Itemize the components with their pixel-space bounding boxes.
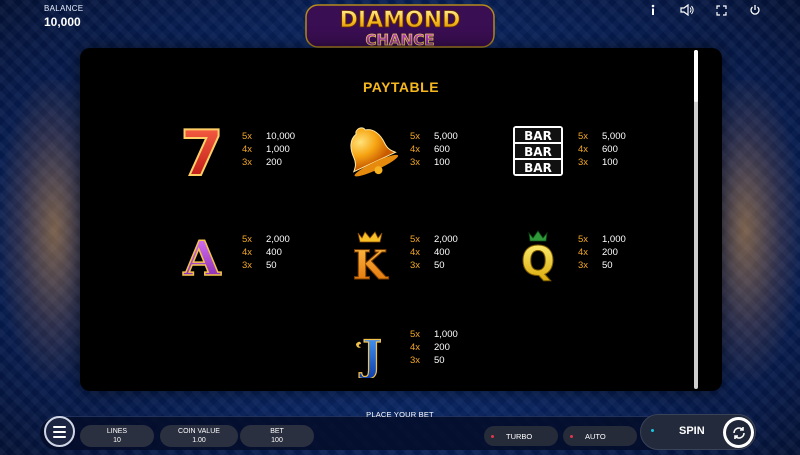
auto-label: AUTO (585, 431, 606, 441)
seven-pay-list: 5x 10,000 4x 1,000 3x 200 (242, 131, 295, 169)
ace-glyph: A (182, 231, 221, 283)
lines-value: 10 (113, 436, 121, 444)
queen-symbol-icon: Q (508, 223, 568, 286)
spin-control[interactable]: SPIN (640, 414, 756, 450)
king-pay-list: 5x 2,000 4x 400 3x 50 (410, 234, 458, 272)
paytable-entry-king: K 5x 2,000 4x 400 3x 50 (340, 223, 458, 290)
hamburger-icon (53, 424, 66, 439)
seven-symbol-icon: 7 (172, 116, 232, 191)
bet-label: BET (270, 427, 284, 435)
paytable-entry-jack: J 5x 1,000 4x 200 3x 50 (340, 318, 458, 381)
jack-symbol-icon: J (340, 318, 400, 381)
king-glyph: K (353, 242, 389, 283)
auto-status-dot (570, 434, 573, 438)
pay-row: 3x 200 (242, 157, 282, 168)
seven-glyph: 7 (180, 120, 223, 180)
power-icon[interactable] (748, 3, 762, 17)
bar-glyph-2: BAR (524, 145, 552, 159)
ace-symbol-icon: A (172, 223, 232, 288)
coin-value-value: 1.00 (192, 436, 206, 444)
pay-row: 5x 2,000 (242, 234, 290, 245)
pay-row: 5x 5,000 (410, 131, 458, 142)
scrollbar-thumb[interactable] (694, 50, 698, 102)
spin-status-dot (651, 429, 654, 432)
spin-button[interactable] (723, 417, 754, 448)
paytable-entry-bell: 5x 5,000 4x 600 3x 100 (340, 120, 458, 180)
pay-row: 3x 50 (578, 260, 613, 271)
bar-glyph-1: BAR (524, 129, 552, 143)
spin-refresh-icon (726, 420, 751, 445)
info-icon[interactable] (646, 3, 660, 17)
paytable-entry-seven: 7 5x 10,000 4x 1,000 3x 200 (172, 116, 295, 191)
bet-value: 100 (271, 436, 283, 444)
balance-label: BALANCE (44, 4, 84, 13)
bar-pay-list: 5x 5,000 4x 600 3x 100 (578, 131, 626, 169)
jack-pay-list: 5x 1,000 4x 200 3x 50 (410, 329, 458, 367)
bell-pay-list: 5x 5,000 4x 600 3x 100 (410, 131, 458, 169)
pay-row: 3x 50 (410, 355, 445, 366)
pay-row: 3x 50 (242, 260, 277, 271)
logo-line-1: DIAMOND (340, 8, 461, 33)
paytable-panel[interactable]: PAYTABLE 7 5x 10,000 4x 1,000 3x 200 5x … (80, 48, 722, 391)
jack-glyph: J (358, 331, 382, 378)
pay-row: 4x 200 (578, 247, 618, 258)
paytable-entry-ace: A 5x 2,000 4x 400 3x 50 (172, 223, 290, 288)
lines-selector[interactable]: LINES 10 (80, 425, 154, 447)
pay-row: 5x 1,000 (578, 234, 626, 245)
game-logo: DIAMOND CHANCE (300, 3, 500, 49)
auto-toggle[interactable]: AUTO (563, 426, 637, 446)
coin-value-label: COIN VALUE (178, 427, 220, 435)
bell-symbol-icon (340, 120, 400, 180)
bet-selector[interactable]: BET 100 (240, 425, 314, 447)
spin-label[interactable]: SPIN (679, 425, 705, 437)
pay-row: 4x 1,000 (242, 144, 290, 155)
pay-row: 4x 600 (410, 144, 450, 155)
king-symbol-icon: K (340, 223, 400, 290)
pay-row: 3x 50 (410, 260, 445, 271)
pay-row: 3x 100 (410, 157, 450, 168)
menu-button[interactable] (44, 416, 75, 447)
lines-label: LINES (106, 427, 128, 435)
balance-display: BALANCE 10,000 (44, 4, 83, 29)
logo-line-2: CHANCE (366, 31, 435, 49)
balance-value: 10,000 (44, 15, 81, 29)
pay-row: 5x 1,000 (410, 329, 458, 340)
turbo-status-dot (491, 434, 494, 438)
coin-value-selector[interactable]: COIN VALUE 1.00 (160, 425, 238, 447)
paytable-entry-bar: BAR BAR BAR 5x 5,000 4x 600 3x 100 (508, 120, 626, 180)
turbo-toggle[interactable]: TURBO (484, 426, 558, 446)
top-toolbar (646, 3, 762, 17)
bar-glyph-3: BAR (524, 161, 552, 175)
ace-pay-list: 5x 2,000 4x 400 3x 50 (242, 234, 290, 272)
queen-glyph: Q (521, 239, 555, 283)
pay-row: 4x 400 (242, 247, 282, 258)
bar-symbol-icon: BAR BAR BAR (508, 120, 568, 180)
sound-icon[interactable] (680, 3, 694, 17)
fullscreen-icon[interactable] (714, 3, 728, 17)
pay-row: 4x 200 (410, 342, 450, 353)
pay-row: 5x 10,000 (242, 131, 296, 142)
pay-row: 5x 2,000 (410, 234, 458, 245)
pay-row: 5x 5,000 (578, 131, 626, 142)
pay-row: 4x 400 (410, 247, 450, 258)
paytable-title: PAYTABLE (362, 79, 440, 95)
queen-pay-list: 5x 1,000 4x 200 3x 50 (578, 234, 626, 272)
paytable-scrollbar[interactable] (694, 50, 698, 389)
turbo-label: TURBO (506, 431, 533, 441)
pay-row: 3x 100 (578, 157, 618, 168)
pay-row: 4x 600 (578, 144, 618, 155)
paytable-entry-queen: Q 5x 1,000 4x 200 3x 50 (508, 223, 626, 286)
